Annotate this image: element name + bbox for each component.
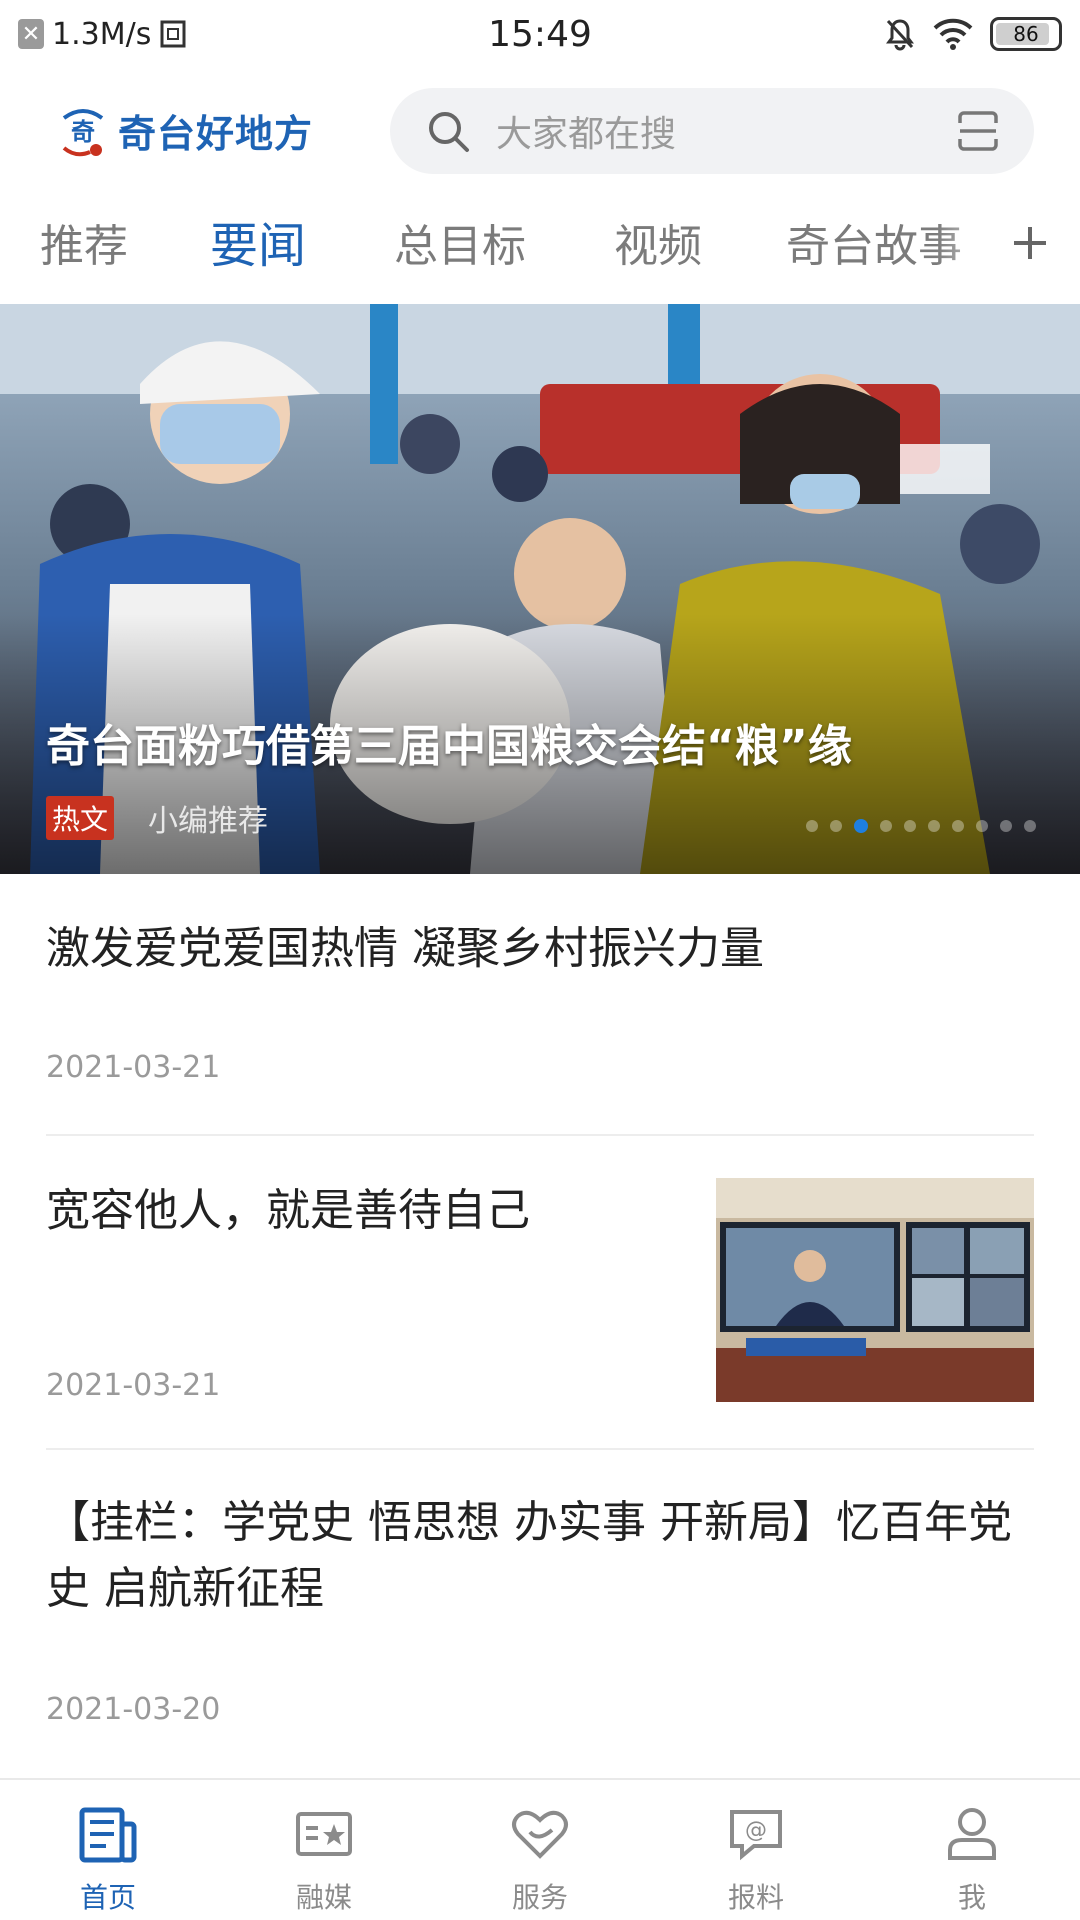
notification-x-icon: ✕	[18, 19, 44, 49]
nav-label: 我	[957, 1881, 986, 1914]
news-date: 2021-03-21	[46, 1368, 221, 1403]
nav-home[interactable]: 首页	[0, 1780, 216, 1920]
svg-text:@: @	[745, 1818, 767, 1843]
carousel-dot	[1024, 820, 1036, 832]
news-date: 2021-03-21	[46, 1050, 221, 1085]
app-logo[interactable]: 奇 奇台好地方	[56, 98, 313, 162]
news-title: 宽容他人，就是善待自己	[46, 1185, 530, 1236]
plus-icon	[1014, 227, 1046, 259]
news-item[interactable]: 【挂栏：学党史 悟思想 办实事 开新局】忆百年党史 启航新征程 2021-03-…	[46, 1490, 1034, 1730]
carousel-dot	[880, 820, 892, 832]
hero-source: 小编推荐	[148, 804, 268, 839]
carousel-dot	[806, 820, 818, 832]
status-left: ✕ 1.3M/s	[18, 17, 378, 52]
search-placeholder: 大家都在搜	[496, 114, 677, 155]
heart-service-icon	[512, 1810, 568, 1859]
carousel-dot	[952, 820, 964, 832]
report-at-icon: @	[730, 1810, 782, 1861]
carousel-dot	[928, 820, 940, 832]
carousel-indicator	[806, 819, 1036, 833]
divider	[46, 1134, 1034, 1136]
carousel-dot-active	[854, 819, 868, 833]
nav-label: 报料	[727, 1881, 784, 1914]
video-conference-image	[716, 1178, 1034, 1402]
app-header: 奇 奇台好地方 大家都在搜	[0, 84, 1080, 176]
search-bar[interactable]: 大家都在搜	[390, 88, 1034, 174]
battery-icon: 86	[990, 17, 1062, 51]
logo-mark-icon: 奇	[62, 109, 104, 157]
bottom-navigation: 首页 融媒 服务 @ 报料 我	[0, 1778, 1080, 1920]
nav-me[interactable]: 我	[864, 1780, 1080, 1920]
mute-bell-icon	[886, 19, 914, 51]
nav-report[interactable]: @ 报料	[648, 1780, 864, 1920]
nav-media[interactable]: 融媒	[216, 1780, 432, 1920]
tab-goals[interactable]: 总目标	[394, 210, 526, 274]
news-date: 2021-03-20	[46, 1692, 221, 1727]
tab-news[interactable]: 要闻	[210, 206, 306, 276]
add-channel-button[interactable]	[998, 200, 1062, 286]
carousel-dot	[1000, 820, 1012, 832]
network-speed: 1.3M/s	[52, 16, 152, 52]
news-thumbnail	[716, 1178, 1034, 1402]
nav-label: 服务	[511, 1881, 568, 1914]
hot-tag: 热文	[46, 796, 115, 840]
news-title: 激发爱党爱国热情 凝聚乡村振兴力量	[46, 923, 764, 974]
carousel-dot	[830, 820, 842, 832]
user-icon	[948, 1808, 996, 1860]
scan-icon[interactable]	[954, 107, 1002, 155]
carousel-dot	[976, 820, 988, 832]
channel-tabs: 推荐 要闻 总目标 视频 奇台故事	[0, 200, 1080, 286]
media-card-icon	[296, 1812, 352, 1856]
app-title: 奇台好地方	[118, 111, 314, 156]
battery-level: 86	[1013, 22, 1039, 46]
tab-recommend[interactable]: 推荐	[40, 210, 128, 274]
news-item[interactable]: 激发爱党爱国热情 凝聚乡村振兴力量 2021-03-21	[46, 916, 1034, 1100]
wifi-icon	[933, 18, 973, 50]
status-right: 86	[702, 17, 1062, 51]
carousel-dot	[904, 820, 916, 832]
hero-title[interactable]: 奇台面粉巧借第三届中国粮交会结“粮”缘	[46, 710, 852, 774]
news-title: 【挂栏：学党史 悟思想 办实事 开新局】忆百年党史 启航新征程	[46, 1497, 1012, 1614]
sim-icon	[160, 20, 186, 48]
search-icon	[429, 112, 469, 152]
clock: 15:49	[488, 13, 592, 55]
news-item[interactable]: 宽容他人，就是善待自己 2021-03-21	[46, 1178, 1034, 1403]
nav-label: 融媒	[295, 1881, 352, 1914]
tab-video[interactable]: 视频	[614, 210, 702, 274]
svg-text:奇: 奇	[71, 118, 95, 146]
nav-services[interactable]: 服务	[432, 1780, 648, 1920]
hero-carousel[interactable]: 奇台面粉巧借第三届中国粮交会结“粮”缘 热文 小编推荐	[0, 304, 1080, 874]
nav-label: 首页	[79, 1881, 136, 1914]
divider	[46, 1448, 1034, 1450]
news-icon	[79, 1807, 137, 1863]
status-bar: ✕ 1.3M/s 15:49 86	[0, 0, 1080, 68]
